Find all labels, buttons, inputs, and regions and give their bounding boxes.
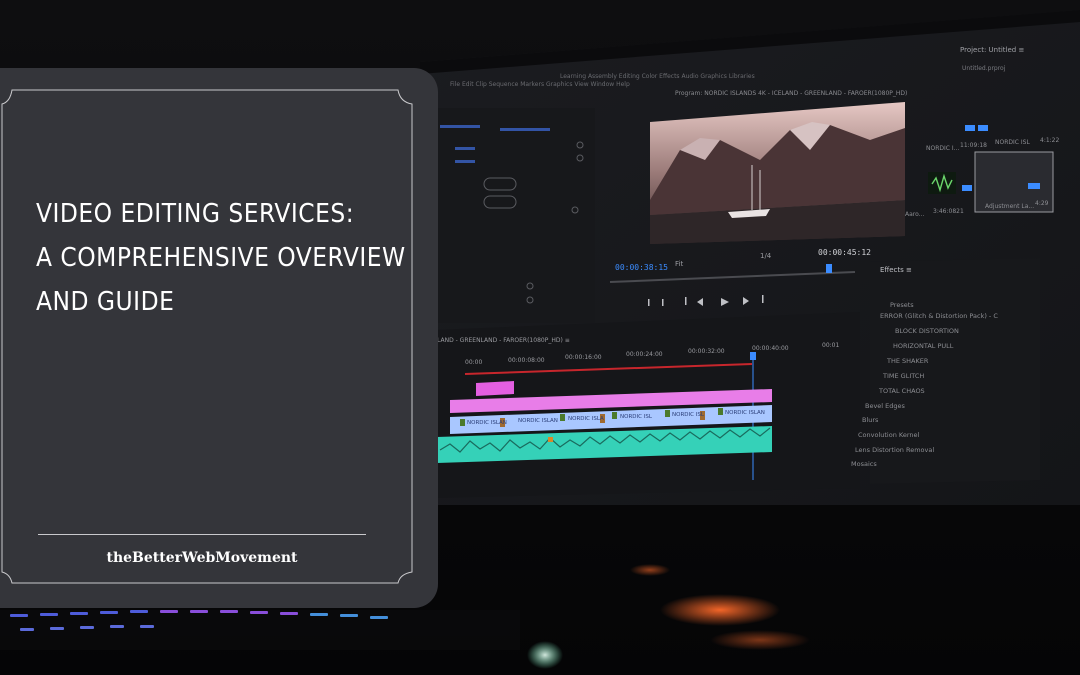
svg-text:TIME GLITCH: TIME GLITCH [882, 372, 924, 380]
svg-text:NORDIC ISLAN: NORDIC ISLAN [518, 418, 558, 424]
svg-text:NORDIC ISLA: NORDIC ISLA [568, 416, 604, 422]
svg-text:00:00:24:00: 00:00:24:00 [626, 351, 663, 358]
svg-text:Aaro...: Aaro... [905, 211, 924, 218]
svg-text:00:00:45:12: 00:00:45:12 [818, 248, 871, 257]
svg-text:NORDIC ISL: NORDIC ISL [995, 139, 1030, 146]
title-line-1: VIDEO EDITING SERVICES: [36, 199, 355, 229]
svg-text:Convolution Kernel: Convolution Kernel [858, 431, 920, 439]
svg-text:1/4: 1/4 [760, 252, 772, 260]
svg-text:NORDIC ISLAN: NORDIC ISLAN [725, 410, 765, 416]
svg-text:00:01: 00:01 [822, 342, 839, 349]
article-title: VIDEO EDITING SERVICES: A COMPREHENSIVE … [36, 192, 416, 324]
svg-text:Untitled.prproj: Untitled.prproj [962, 65, 1006, 72]
svg-text:Fit: Fit [675, 260, 683, 268]
svg-text:00:00: 00:00 [465, 359, 482, 366]
svg-text:00:00:38:15: 00:00:38:15 [615, 263, 668, 272]
svg-text:BLOCK DISTORTION: BLOCK DISTORTION [895, 327, 959, 335]
svg-text:Effects ≡: Effects ≡ [880, 266, 912, 274]
svg-text:Project: Untitled ≡: Project: Untitled ≡ [960, 46, 1024, 54]
svg-text:3:46:0821: 3:46:0821 [933, 208, 964, 215]
brand-name: theBetterWebMovement [106, 550, 298, 566]
svg-text:TOTAL CHAOS: TOTAL CHAOS [878, 387, 925, 395]
svg-text:00:00:08:00: 00:00:08:00 [508, 357, 545, 364]
divider-line [38, 534, 366, 535]
svg-text:Program: NORDIC ISLANDS 4K - I: Program: NORDIC ISLANDS 4K - ICELAND - G… [675, 90, 907, 97]
svg-text:4:1:22: 4:1:22 [1040, 137, 1059, 144]
svg-text:Adjustment La...: Adjustment La... [985, 203, 1034, 210]
svg-text:HORIZONTAL PULL: HORIZONTAL PULL [893, 342, 954, 350]
svg-text:Lens Distortion Removal: Lens Distortion Removal [855, 446, 934, 454]
svg-text:Presets: Presets [890, 301, 914, 309]
svg-text:11:09:18: 11:09:18 [960, 142, 987, 149]
svg-text:LAND - GREENLAND - FAROER(1080: LAND - GREENLAND - FAROER(1080P_HD) ≡ [437, 337, 570, 344]
svg-text:4:29: 4:29 [1035, 200, 1049, 207]
title-line-2: A COMPREHENSIVE OVERVIEW [36, 243, 406, 273]
svg-text:ERROR (Glitch & Distortion Pac: ERROR (Glitch & Distortion Pack) - C [880, 312, 998, 320]
svg-text:Blurs: Blurs [862, 416, 879, 424]
svg-text:Bevel Edges: Bevel Edges [865, 402, 906, 410]
workspaces-text: Learning Assembly Editing Color Effects … [560, 73, 755, 80]
svg-text:Mosaics: Mosaics [851, 460, 877, 468]
svg-text:NORDIC ISL: NORDIC ISL [620, 414, 653, 420]
svg-text:THE SHAKER: THE SHAKER [886, 357, 929, 365]
svg-text:NORDIC ISL: NORDIC ISL [672, 412, 705, 418]
title-line-3: AND GUIDE [36, 287, 175, 317]
svg-text:00:00:40:00: 00:00:40:00 [752, 345, 789, 352]
svg-text:NORDIC I...: NORDIC I... [926, 145, 959, 152]
menu-text: File Edit Clip Sequence Markers Graphics… [450, 81, 630, 88]
svg-text:00:00:32:00: 00:00:32:00 [688, 348, 725, 355]
svg-text:NORDIC ISLAN: NORDIC ISLAN [467, 420, 507, 426]
title-card [0, 68, 438, 608]
svg-text:00:00:16:00: 00:00:16:00 [565, 354, 602, 361]
